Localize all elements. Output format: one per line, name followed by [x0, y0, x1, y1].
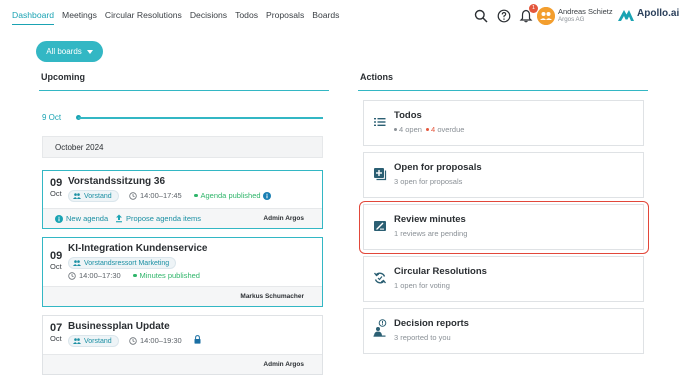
meeting-author: Markus Schumacher: [240, 293, 304, 300]
info-icon[interactable]: [263, 192, 271, 200]
meeting-card-footer: Markus Schumacher: [43, 286, 322, 306]
board-chip-label: Vorstand: [84, 337, 112, 345]
action-subtitle: 1 open for voting: [394, 281, 450, 290]
action-title: Open for proposals: [394, 162, 482, 173]
nav-boards[interactable]: Boards: [312, 10, 339, 25]
actions-title: Actions: [360, 72, 394, 82]
info-icon: [55, 215, 63, 223]
propose-agenda-items-link[interactable]: Propose agenda items: [126, 214, 201, 223]
review-minutes-highlight: [359, 201, 649, 254]
meeting-month: Oct: [50, 189, 62, 198]
meeting-author: Admin Argos: [263, 215, 304, 222]
board-chip-label: Vorstand: [84, 192, 112, 200]
action-card-circular-resolutions[interactable]: Circular Resolutions 1 open for voting: [363, 256, 644, 302]
group-icon: [73, 338, 81, 344]
nav-todos[interactable]: Todos: [235, 10, 258, 25]
board-chip[interactable]: Vorstand: [68, 190, 119, 202]
lock-icon: [194, 335, 201, 344]
clock-icon: [68, 271, 76, 280]
timeline-track: [78, 117, 323, 119]
add-box-icon: [374, 168, 387, 181]
meeting-month: Oct: [50, 262, 62, 271]
notification-badge: 1: [529, 4, 538, 13]
report-icon: [373, 319, 387, 337]
action-title: Decision reports: [394, 318, 469, 329]
meeting-title[interactable]: KI-Integration Kundenservice: [68, 243, 207, 254]
meeting-card-businessplan[interactable]: 07 Oct Businessplan Update Vorstand 14:0…: [42, 315, 323, 375]
main-nav: Dashboard Meetings Circular Resolutions …: [12, 10, 339, 25]
timeline-date-label[interactable]: 9 Oct: [42, 113, 61, 122]
clock-icon: [129, 336, 137, 345]
upcoming-title: Upcoming: [41, 72, 85, 82]
meeting-card-footer: Admin Argos: [43, 354, 322, 374]
month-header: October 2024: [42, 136, 323, 158]
nav-decisions[interactable]: Decisions: [190, 10, 227, 25]
meeting-time: 14:00–17:30: [68, 271, 121, 280]
search-icon[interactable]: [474, 9, 488, 23]
meeting-status: Agenda published: [194, 191, 261, 200]
action-card-todos[interactable]: Todos 4 open 4 overdue: [363, 100, 644, 146]
meeting-day: 07: [50, 322, 63, 334]
todos-overdue-count: 4: [431, 125, 436, 134]
action-subtitle: 3 reported to you: [394, 333, 451, 342]
meeting-title[interactable]: Businessplan Update: [68, 321, 170, 332]
top-navigation-bar: Dashboard Meetings Circular Resolutions …: [0, 0, 688, 34]
group-icon: [73, 193, 81, 199]
user-name[interactable]: Andreas Schietz: [558, 7, 613, 16]
caret-down-icon: [86, 49, 93, 54]
meeting-card-vorstandssitzung[interactable]: 09 Oct Vorstandssitzung 36 Vorstand 14:0…: [42, 170, 323, 229]
new-agenda-link[interactable]: New agenda: [66, 214, 108, 223]
meeting-time-text: 14:00–17:45: [140, 191, 182, 200]
board-chip-label: Vorstandsressort Marketing: [84, 259, 170, 267]
action-card-decision-reports[interactable]: Decision reports 3 reported to you: [363, 308, 644, 354]
meeting-status: Minutes published: [133, 271, 200, 280]
action-title: Todos: [394, 110, 422, 121]
meeting-card-footer: New agenda Propose agenda items Admin Ar…: [43, 208, 322, 228]
list-icon: [374, 118, 386, 126]
meeting-status-text: Agenda published: [200, 191, 261, 200]
nav-proposals[interactable]: Proposals: [266, 10, 304, 25]
actions-divider: [358, 90, 648, 91]
meeting-time: 14:00–19:30: [129, 336, 182, 345]
brand-name[interactable]: Apollo.ai: [637, 8, 679, 19]
upload-icon: [116, 214, 122, 223]
todos-open-label: open: [405, 125, 422, 134]
meeting-time: 14:00–17:45: [129, 191, 182, 200]
nav-meetings[interactable]: Meetings: [62, 10, 97, 25]
help-icon[interactable]: [497, 9, 511, 23]
meeting-time-text: 14:00–17:30: [79, 271, 121, 280]
nav-dashboard[interactable]: Dashboard: [12, 10, 55, 25]
board-chip[interactable]: Vorstandsressort Marketing: [68, 257, 177, 269]
todos-counts: 4 open 4 overdue: [394, 125, 464, 134]
meeting-author: Admin Argos: [263, 361, 304, 368]
user-organization: Argos AG: [558, 16, 585, 23]
upcoming-divider: [39, 90, 329, 91]
apollo-logo[interactable]: [617, 8, 635, 22]
all-boards-dropdown[interactable]: All boards: [36, 41, 103, 62]
meeting-month: Oct: [50, 334, 62, 343]
meeting-day: 09: [50, 177, 63, 189]
meeting-card-ki-integration[interactable]: 09 Oct KI-Integration Kundenservice Vors…: [42, 237, 323, 307]
meeting-day: 09: [50, 250, 63, 262]
action-subtitle: 3 open for proposals: [394, 177, 463, 186]
nav-circular-resolutions[interactable]: Circular Resolutions: [105, 10, 182, 25]
board-chip[interactable]: Vorstand: [68, 335, 119, 347]
all-boards-label: All boards: [46, 47, 82, 56]
cycle-icon: [373, 272, 387, 284]
todos-open-count: 4: [399, 125, 404, 134]
meeting-title[interactable]: Vorstandssitzung 36: [68, 176, 165, 187]
action-card-open-for-proposals[interactable]: Open for proposals 3 open for proposals: [363, 152, 644, 198]
meeting-status-text: Minutes published: [139, 271, 200, 280]
avatar[interactable]: [537, 7, 555, 25]
action-title: Circular Resolutions: [394, 266, 487, 277]
group-icon: [73, 260, 81, 266]
meeting-time-text: 14:00–19:30: [140, 336, 182, 345]
clock-icon: [129, 191, 137, 200]
todos-overdue-label: overdue: [437, 125, 465, 134]
